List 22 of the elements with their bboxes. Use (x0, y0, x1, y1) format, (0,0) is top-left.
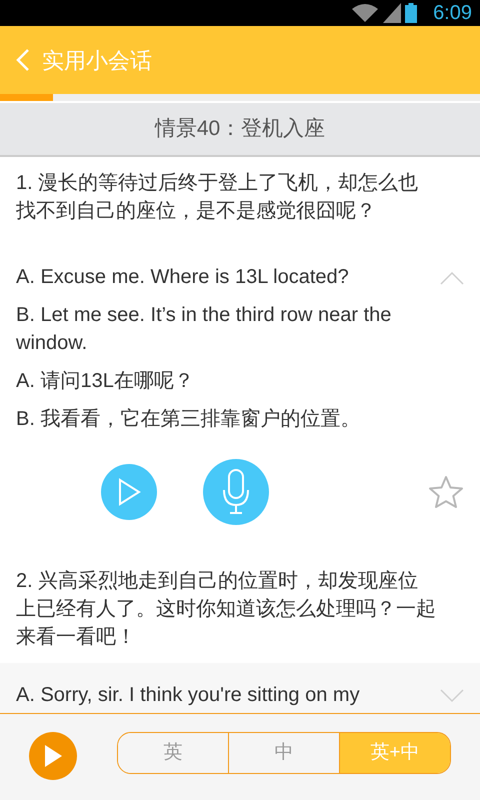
play-all-button[interactable] (29, 732, 77, 780)
wifi-icon (351, 3, 380, 23)
question-text: 2. 兴高采烈地走到自己的位置时，却发现座位上已经有人了。这时你知道该怎么处理吗？一起来看一看吧！ (16, 569, 436, 650)
header-title: 实用小会话 (42, 46, 152, 74)
dialog-line: A. 请问13L在哪呢？ (16, 369, 194, 394)
scene-title: 情景40：登机入座 (154, 116, 326, 142)
back-icon[interactable] (16, 48, 30, 72)
dialog-line: B. 我看看，它在第三排靠窗户的位置。 (16, 407, 360, 432)
language-tab[interactable]: 英+中 (338, 733, 450, 773)
dialog-line: A. Excuse me. Where is 13L located? (16, 265, 349, 290)
question-text: 1. 漫长的等待过后终于登上了飞机，却怎么也找不到自己的座位，是不是感觉很囧呢？ (16, 171, 420, 224)
dialog-line: B. Let me see. It’s in the third row near the window. (16, 303, 392, 356)
clock-text: 6:09 (433, 1, 472, 26)
play-icon (117, 478, 141, 506)
chevron-down-icon[interactable] (440, 689, 464, 703)
battery-icon (405, 3, 418, 23)
microphone-icon (221, 468, 251, 516)
signal-icon (383, 3, 402, 23)
dialog-line: A. Sorry, sir. I think you're sitting on my (16, 683, 360, 708)
play-icon (42, 744, 63, 768)
star-icon[interactable] (428, 475, 464, 509)
chevron-up-icon[interactable] (440, 271, 464, 285)
